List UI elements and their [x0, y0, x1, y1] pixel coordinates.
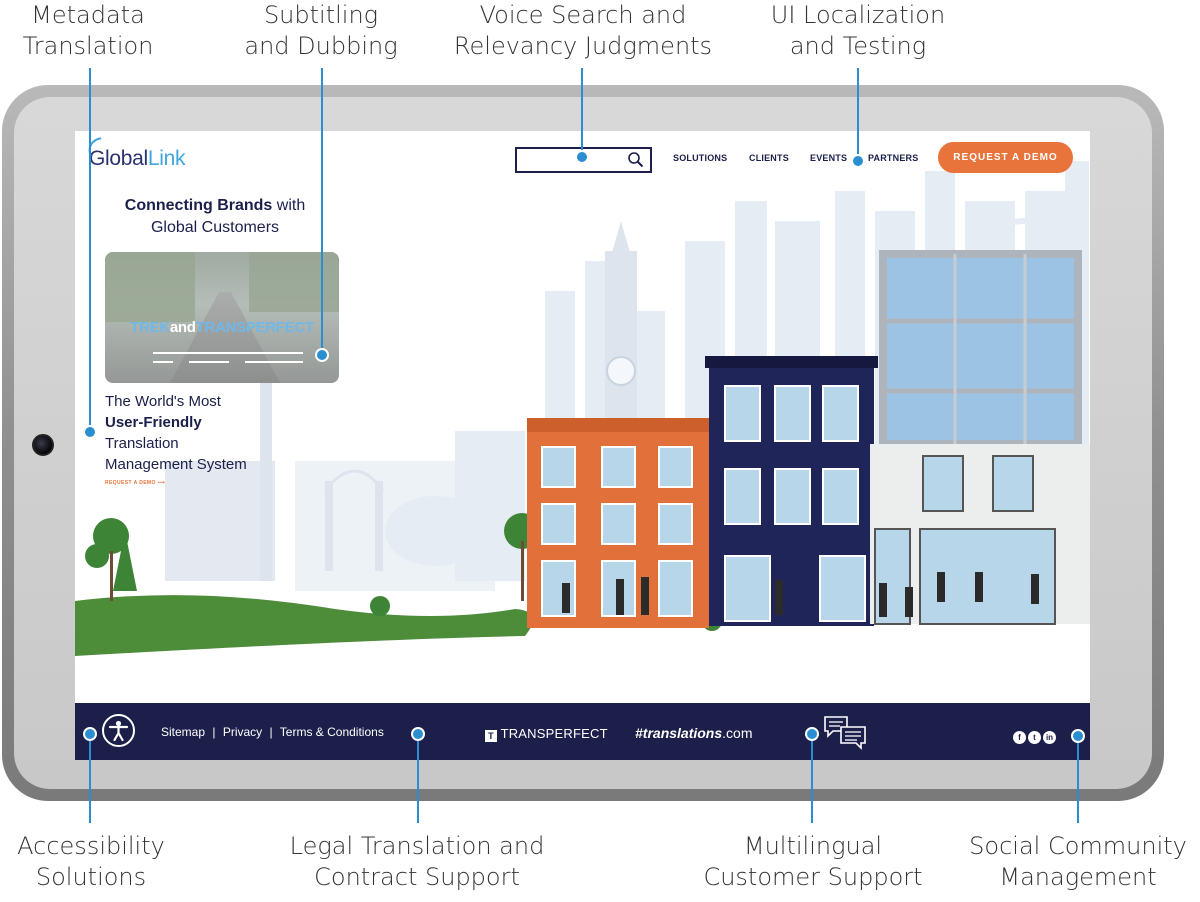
tagline-line: The World's Most [105, 393, 221, 410]
chat-bubbles-icon[interactable] [823, 715, 869, 756]
callout-line-voice-search [581, 68, 583, 154]
sitemap-link[interactable]: Sitemap [161, 725, 205, 739]
video-title: TREKandTRANSPERFECT [105, 319, 339, 336]
tagline-bold: User-Friendly [105, 414, 202, 431]
video-overlay [105, 252, 339, 383]
callout-line: Multilingual [743, 832, 883, 860]
callout-line: Metadata [31, 1, 145, 29]
callout-line: Customer Support [703, 863, 923, 891]
nav-solutions[interactable]: SOLUTIONS [673, 153, 727, 163]
callout-line: Subtitling [263, 1, 379, 29]
transperfect-mark-icon: T [485, 730, 497, 742]
transperfect-text: TRANSPERFECT [500, 726, 608, 741]
callout-multilingual: Multilingual Customer Support [692, 831, 934, 893]
callout-dot-subtitling [315, 348, 329, 362]
translations-text: translations [642, 725, 723, 741]
callout-line: Social Community [969, 832, 1187, 860]
callout-line-multilingual [811, 737, 813, 823]
nav-clients[interactable]: CLIENTS [749, 153, 789, 163]
nav-events[interactable]: EVENTS [810, 153, 847, 163]
translations-mark-icon: # [635, 725, 643, 741]
callout-dot-social [1071, 729, 1085, 743]
request-demo-button[interactable]: REQUEST A DEMO [938, 142, 1073, 173]
tagline-line: Management System [105, 456, 247, 473]
callout-voice-search: Voice Search and Relevancy Judgments [444, 0, 722, 62]
hero-tagline: The World's Most User-Friendly Translati… [105, 391, 247, 475]
callout-line-ui-localization [857, 68, 859, 158]
callout-metadata-translation: Metadata Translation [20, 0, 156, 62]
callout-line-accessibility [89, 737, 91, 823]
tagline-line: Translation [105, 435, 179, 452]
callout-line: Voice Search and [479, 1, 687, 29]
hero-title-bold: Connecting Brands [124, 197, 273, 214]
hero-title-rest: with [272, 197, 306, 214]
callout-line-metadata [89, 68, 91, 430]
callout-line: Relevancy Judgments [453, 32, 713, 60]
separator: | [212, 725, 216, 739]
accessibility-icon[interactable] [102, 714, 135, 747]
translations-com-logo[interactable]: #translations.com [635, 725, 753, 741]
website-screen: GlobalLink SOLUTIONS CLIENTS EVENTS PART… [75, 131, 1090, 760]
privacy-link[interactable]: Privacy [223, 725, 262, 739]
callout-line: Contract Support [314, 863, 520, 891]
caption-line [189, 361, 229, 363]
translations-com-text: .com [722, 725, 753, 741]
callout-line: Accessibility [17, 832, 165, 860]
social-links: f t in [1013, 727, 1058, 745]
caption-line [153, 352, 303, 354]
callout-line-subtitling [321, 68, 323, 354]
caption-line [245, 361, 303, 363]
site-footer: Sitemap | Privacy | Terms & Conditions T… [75, 703, 1090, 760]
callout-subtitling-dubbing: Subtitling and Dubbing [238, 0, 404, 62]
callout-legal: Legal Translation and Contract Support [278, 831, 556, 893]
callout-line: UI Localization [770, 1, 946, 29]
terms-link[interactable]: Terms & Conditions [280, 725, 384, 739]
separator: | [269, 725, 273, 739]
camera-icon [32, 434, 54, 456]
search-icon[interactable] [627, 151, 644, 173]
footer-links: Sitemap | Privacy | Terms & Conditions [161, 725, 388, 739]
callout-line: Legal Translation and [289, 832, 545, 860]
video-thumbnail[interactable]: TREKandTRANSPERFECT [105, 252, 339, 383]
callout-dot-accessibility [83, 727, 97, 741]
twitter-icon[interactable]: t [1028, 731, 1041, 744]
callout-line-legal [417, 737, 419, 823]
callout-dot-legal [411, 727, 425, 741]
video-title-part: TREK [130, 319, 170, 336]
callout-line: Translation [22, 32, 154, 60]
logo-text-link: Link [147, 147, 186, 170]
linkedin-icon[interactable]: in [1043, 731, 1056, 744]
callout-line: and Testing [789, 32, 927, 60]
hero-title-line2: Global Customers [150, 219, 280, 236]
facebook-icon[interactable]: f [1013, 731, 1026, 744]
callout-accessibility: Accessibility Solutions [8, 831, 174, 893]
nav-partners[interactable]: PARTNERS [868, 153, 918, 163]
callout-dot-multilingual [805, 727, 819, 741]
globallink-logo[interactable]: GlobalLink [81, 131, 186, 183]
hero-title: Connecting Brands with Global Customers [95, 195, 335, 239]
video-title-part: and [169, 319, 196, 336]
callout-line: and Dubbing [244, 32, 398, 60]
callout-dot-ui-localization [851, 154, 865, 168]
transperfect-logo[interactable]: T TRANSPERFECT [485, 726, 608, 742]
callout-line-social [1077, 737, 1079, 823]
request-demo-link[interactable]: REQUEST A DEMO ⟶ [105, 480, 165, 486]
callout-line: Solutions [35, 863, 147, 891]
callout-dot-metadata [83, 425, 97, 439]
callout-ui-localization: UI Localization and Testing [762, 0, 954, 62]
callout-line: Management [999, 863, 1157, 891]
callout-social: Social Community Management [958, 831, 1198, 893]
callout-dot-voice-search [575, 150, 589, 164]
video-title-part: TRANSPERFECT [195, 319, 314, 336]
caption-line [153, 361, 173, 363]
